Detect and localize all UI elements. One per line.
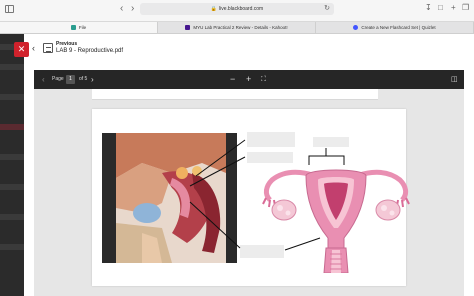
uterus-diagram: [262, 169, 410, 273]
